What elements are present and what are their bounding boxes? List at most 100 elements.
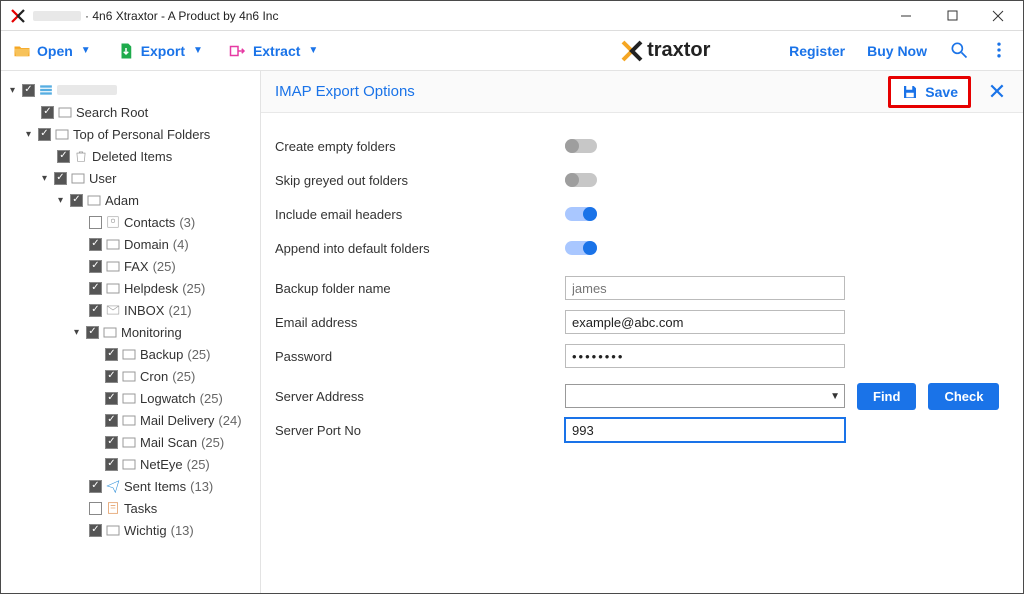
checkbox[interactable] bbox=[89, 304, 102, 317]
tree-item[interactable]: ▾Top of Personal Folders bbox=[5, 123, 256, 145]
tree-item[interactable]: NetEye(25) bbox=[5, 453, 256, 475]
app-logo-icon bbox=[7, 5, 29, 27]
checkbox[interactable] bbox=[89, 282, 102, 295]
tree-root[interactable]: ▾ bbox=[5, 79, 256, 101]
buy-now-link[interactable]: Buy Now bbox=[867, 43, 927, 59]
title-redacted bbox=[33, 11, 81, 21]
folder-tree[interactable]: ▾ Search Root ▾Top of Personal Folders D… bbox=[1, 71, 261, 593]
checkbox[interactable] bbox=[105, 436, 118, 449]
tree-item[interactable]: Mail Scan(25) bbox=[5, 431, 256, 453]
checkbox[interactable] bbox=[89, 238, 102, 251]
extract-label: Extract bbox=[253, 43, 300, 59]
folder-icon bbox=[106, 259, 120, 273]
checkbox[interactable] bbox=[105, 392, 118, 405]
panel-title: IMAP Export Options bbox=[275, 83, 888, 100]
more-icon[interactable] bbox=[989, 40, 1011, 62]
checkbox[interactable] bbox=[41, 106, 54, 119]
minimize-button[interactable] bbox=[883, 1, 929, 31]
tree-item[interactable]: Mail Delivery(24) bbox=[5, 409, 256, 431]
checkbox[interactable] bbox=[22, 84, 35, 97]
panel-header: IMAP Export Options Save ✕ bbox=[261, 71, 1023, 113]
tree-item[interactable]: Helpdesk(25) bbox=[5, 277, 256, 299]
disclosure-icon[interactable]: ▾ bbox=[71, 327, 82, 338]
panel-close-button[interactable]: ✕ bbox=[985, 79, 1009, 105]
checkbox[interactable] bbox=[105, 370, 118, 383]
check-button[interactable]: Check bbox=[928, 383, 999, 410]
find-button[interactable]: Find bbox=[857, 383, 916, 410]
toggle-include-headers[interactable] bbox=[565, 207, 597, 221]
disclosure-icon[interactable]: ▾ bbox=[55, 195, 66, 206]
export-menu[interactable]: Export▼ bbox=[117, 42, 203, 60]
server-address-combo[interactable]: ▼ bbox=[565, 384, 845, 408]
folder-icon bbox=[58, 105, 72, 119]
save-label: Save bbox=[925, 84, 958, 100]
checkbox[interactable] bbox=[70, 194, 83, 207]
tree-item[interactable]: Domain(4) bbox=[5, 233, 256, 255]
tree-item[interactable]: Contacts(3) bbox=[5, 211, 256, 233]
checkbox[interactable] bbox=[54, 172, 67, 185]
tree-item[interactable]: Sent Items(13) bbox=[5, 475, 256, 497]
app-body: ▾ Search Root ▾Top of Personal Folders D… bbox=[1, 71, 1023, 593]
disclosure-icon[interactable]: ▾ bbox=[23, 129, 34, 140]
folder-icon bbox=[106, 523, 120, 537]
checkbox[interactable] bbox=[57, 150, 70, 163]
maximize-button[interactable] bbox=[929, 1, 975, 31]
toggle-create-empty[interactable] bbox=[565, 139, 597, 153]
disclosure-icon[interactable]: ▾ bbox=[7, 85, 18, 96]
main-toolbar: Open▼ Export▼ Extract▼ traxtor Register … bbox=[1, 31, 1023, 71]
checkbox[interactable] bbox=[86, 326, 99, 339]
password-input[interactable] bbox=[565, 344, 845, 368]
checkbox[interactable] bbox=[89, 502, 102, 515]
extract-menu[interactable]: Extract▼ bbox=[229, 42, 318, 60]
label-server-port: Server Port No bbox=[275, 423, 565, 438]
checkbox[interactable] bbox=[105, 458, 118, 471]
checkbox[interactable] bbox=[89, 260, 102, 273]
checkbox[interactable] bbox=[89, 524, 102, 537]
checkbox[interactable] bbox=[38, 128, 51, 141]
tree-item[interactable]: INBOX(21) bbox=[5, 299, 256, 321]
checkbox[interactable] bbox=[89, 216, 102, 229]
open-label: Open bbox=[37, 43, 73, 59]
tree-item[interactable]: FAX(25) bbox=[5, 255, 256, 277]
register-link[interactable]: Register bbox=[789, 43, 845, 59]
trash-icon bbox=[74, 149, 88, 163]
brand-logo: traxtor bbox=[619, 37, 759, 65]
label-email: Email address bbox=[275, 315, 565, 330]
close-button[interactable] bbox=[975, 1, 1021, 31]
toggle-append-default[interactable] bbox=[565, 241, 597, 255]
export-label: Export bbox=[141, 43, 185, 59]
tree-item[interactable]: Logwatch(25) bbox=[5, 387, 256, 409]
checkbox[interactable] bbox=[89, 480, 102, 493]
save-button[interactable]: Save bbox=[888, 76, 971, 108]
tree-item[interactable]: Wichtig(13) bbox=[5, 519, 256, 541]
label-append-default: Append into default folders bbox=[275, 241, 565, 256]
tree-item[interactable]: Search Root bbox=[5, 101, 256, 123]
server-port-input[interactable] bbox=[565, 418, 845, 442]
label-include-headers: Include email headers bbox=[275, 207, 565, 222]
folder-open-icon bbox=[13, 42, 31, 60]
tree-item[interactable]: ▾User bbox=[5, 167, 256, 189]
email-input[interactable] bbox=[565, 310, 845, 334]
search-icon[interactable] bbox=[949, 40, 971, 62]
account-icon bbox=[39, 83, 53, 97]
caret-down-icon: ▼ bbox=[830, 391, 840, 402]
folder-icon bbox=[55, 127, 69, 141]
tree-item[interactable]: Deleted Items bbox=[5, 145, 256, 167]
tree-item[interactable]: ▾Adam bbox=[5, 189, 256, 211]
toggle-skip-greyed[interactable] bbox=[565, 173, 597, 187]
open-menu[interactable]: Open▼ bbox=[13, 42, 91, 60]
disclosure-icon[interactable]: ▾ bbox=[39, 173, 50, 184]
folder-icon bbox=[122, 413, 136, 427]
backup-folder-input[interactable] bbox=[565, 276, 845, 300]
folder-icon bbox=[122, 369, 136, 383]
checkbox[interactable] bbox=[105, 348, 118, 361]
tree-item[interactable]: Cron(25) bbox=[5, 365, 256, 387]
tree-item[interactable]: Backup(25) bbox=[5, 343, 256, 365]
tree-item[interactable]: Tasks bbox=[5, 497, 256, 519]
extract-icon bbox=[229, 42, 247, 60]
folder-icon bbox=[87, 193, 101, 207]
tree-item[interactable]: ▾Monitoring bbox=[5, 321, 256, 343]
label-backup-folder: Backup folder name bbox=[275, 281, 565, 296]
titlebar: · 4n6 Xtraxtor - A Product by 4n6 Inc bbox=[1, 1, 1023, 31]
checkbox[interactable] bbox=[105, 414, 118, 427]
